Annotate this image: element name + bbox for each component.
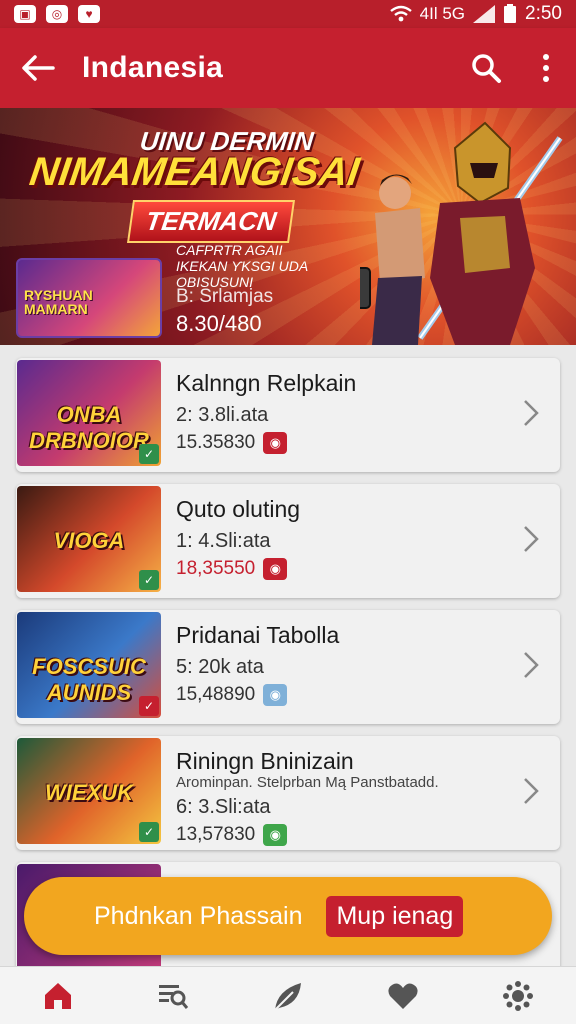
- game-price: 15.35830: [176, 432, 256, 453]
- signal-text: 4Il 5G: [419, 4, 466, 23]
- chevron-right-icon: [524, 652, 539, 678]
- search-button[interactable]: [456, 28, 516, 108]
- game-price-row: 13,57830 ◉: [176, 822, 506, 848]
- store-badge-icon: ◉: [263, 684, 288, 706]
- game-thumbnail: FOSCSUIC AUNIDS ✓: [17, 612, 161, 718]
- nav-explore[interactable]: [258, 967, 318, 1024]
- clock: 2:50: [525, 3, 562, 24]
- nav-search-list[interactable]: [143, 967, 203, 1024]
- search-list-icon: [158, 984, 188, 1009]
- game-meta: 1: 4.Sli:ata: [176, 530, 271, 552]
- banner-subtext: CAFPRTR AGAII IKEKAN ƳKSGI UDA OBISUSUNI: [176, 242, 308, 290]
- thumb-title: WIEXUK: [45, 780, 133, 805]
- game-title: Kalnngn Relpkain: [176, 370, 357, 396]
- game-title: Riningn Bninizain: [176, 748, 354, 774]
- notification-icons: ▣ ◎ ♥: [14, 5, 100, 23]
- nav-home[interactable]: [28, 967, 88, 1024]
- cta-label: Phdnkan Phassain: [94, 901, 303, 930]
- settings-icon: [503, 980, 534, 1011]
- thumb-title: VIOGA: [53, 528, 125, 553]
- nav-settings[interactable]: [488, 967, 548, 1024]
- bottom-navigation: [0, 966, 576, 1024]
- game-meta: 2: 3.8li.ata: [176, 404, 269, 426]
- game-subtitle: Arominpan. Stelprban Mą Panstbatadd.: [176, 774, 439, 791]
- platform-badge-icon: ✓: [139, 822, 159, 842]
- platform-badge-icon: ✓: [139, 444, 159, 464]
- heart-icon: [388, 983, 418, 1009]
- thumb-title: ONBA DRBNOIOR: [29, 402, 149, 453]
- game-card[interactable]: WIEXUK ✓ Riningn Bninizain Arominpan. St…: [16, 736, 560, 850]
- search-icon: [472, 54, 501, 83]
- game-price-row: 15,48890 ◉: [176, 682, 506, 708]
- store-badge-icon: ◉: [263, 558, 288, 580]
- chevron-right-icon: [524, 778, 539, 804]
- page-title: Indanesia: [82, 51, 224, 84]
- game-card[interactable]: ONBA DRBNOIOR ✓ Kalnngn Relpkain 2: 3.8l…: [16, 358, 560, 472]
- platform-badge-icon: ✓: [139, 570, 159, 590]
- game-price: 15,48890: [176, 684, 256, 705]
- nav-favorites[interactable]: [373, 967, 433, 1024]
- platform-badge-icon: ✓: [139, 696, 159, 716]
- signal-icon: [473, 5, 496, 23]
- banner-game-thumbnail[interactable]: RYSHUAN MAMARN: [16, 258, 162, 338]
- more-options-button[interactable]: [516, 28, 576, 108]
- store-badge-icon: ◉: [263, 432, 288, 454]
- game-meta: 6: 3.Sli:ata: [176, 796, 271, 818]
- status-bar: ▣ ◎ ♥ 4Il 5G 2:50: [0, 0, 576, 28]
- more-vertical-icon: [543, 54, 549, 82]
- game-card[interactable]: FOSCSUIC AUNIDS ✓ Pridanai Tabolla 5: 20…: [16, 610, 560, 724]
- game-thumbnail: VIOGA ✓: [17, 486, 161, 592]
- game-title: Quto oluting: [176, 496, 301, 522]
- game-price-row: 15.35830 ◉: [176, 430, 506, 456]
- game-thumbnail: WIEXUK ✓: [17, 738, 161, 844]
- game-price: 13,57830: [176, 824, 256, 845]
- banner-tag: TERMACN: [126, 200, 296, 243]
- chevron-right-icon: [524, 400, 539, 426]
- cta-button[interactable]: Mup ienag: [326, 895, 464, 937]
- home-icon: [44, 982, 71, 1009]
- banner-headline: NIMAMEANGISAI: [26, 150, 363, 194]
- banner-meta: B: Srlamjas: [176, 286, 274, 307]
- heart-notification-icon: ♥: [78, 5, 100, 23]
- app-bar: Indanesia: [0, 28, 576, 108]
- leaf-icon: [274, 982, 301, 1011]
- chevron-right-icon: [524, 526, 539, 552]
- floating-cta-bar[interactable]: Phdnkan Phassain Mup ienag: [24, 877, 552, 955]
- arrow-left-icon: [22, 55, 55, 81]
- hero-banner[interactable]: UINU DERMIN NIMAMEANGISAI TERMACN RYSHUA…: [0, 108, 576, 345]
- battery-icon: [504, 4, 517, 23]
- back-button[interactable]: [6, 28, 70, 108]
- game-thumbnail: ONBA DRBNOIOR ✓: [17, 360, 161, 466]
- game-title: Pridanai Tabolla: [176, 622, 340, 648]
- banner-price: 8.30/480: [176, 311, 262, 336]
- banner-thumb-label: RYSHUAN MAMARN: [24, 287, 93, 317]
- game-price-row: 18,35550 ◉: [176, 556, 506, 582]
- wifi-icon: [389, 5, 412, 22]
- thumb-title: FOSCSUIC AUNIDS: [32, 654, 146, 705]
- game-price: 18,35550: [176, 558, 256, 579]
- game-meta: 5: 20k ata: [176, 656, 264, 678]
- game-card[interactable]: VIOGA ✓ Quto oluting 1: 4.Sli:ata 18,355…: [16, 484, 560, 598]
- gallery-notification-icon: ▣: [14, 5, 36, 23]
- app-notification-icon: ◎: [46, 5, 68, 23]
- store-badge-icon: ◉: [263, 824, 288, 846]
- hero-character-illustration: [360, 121, 563, 345]
